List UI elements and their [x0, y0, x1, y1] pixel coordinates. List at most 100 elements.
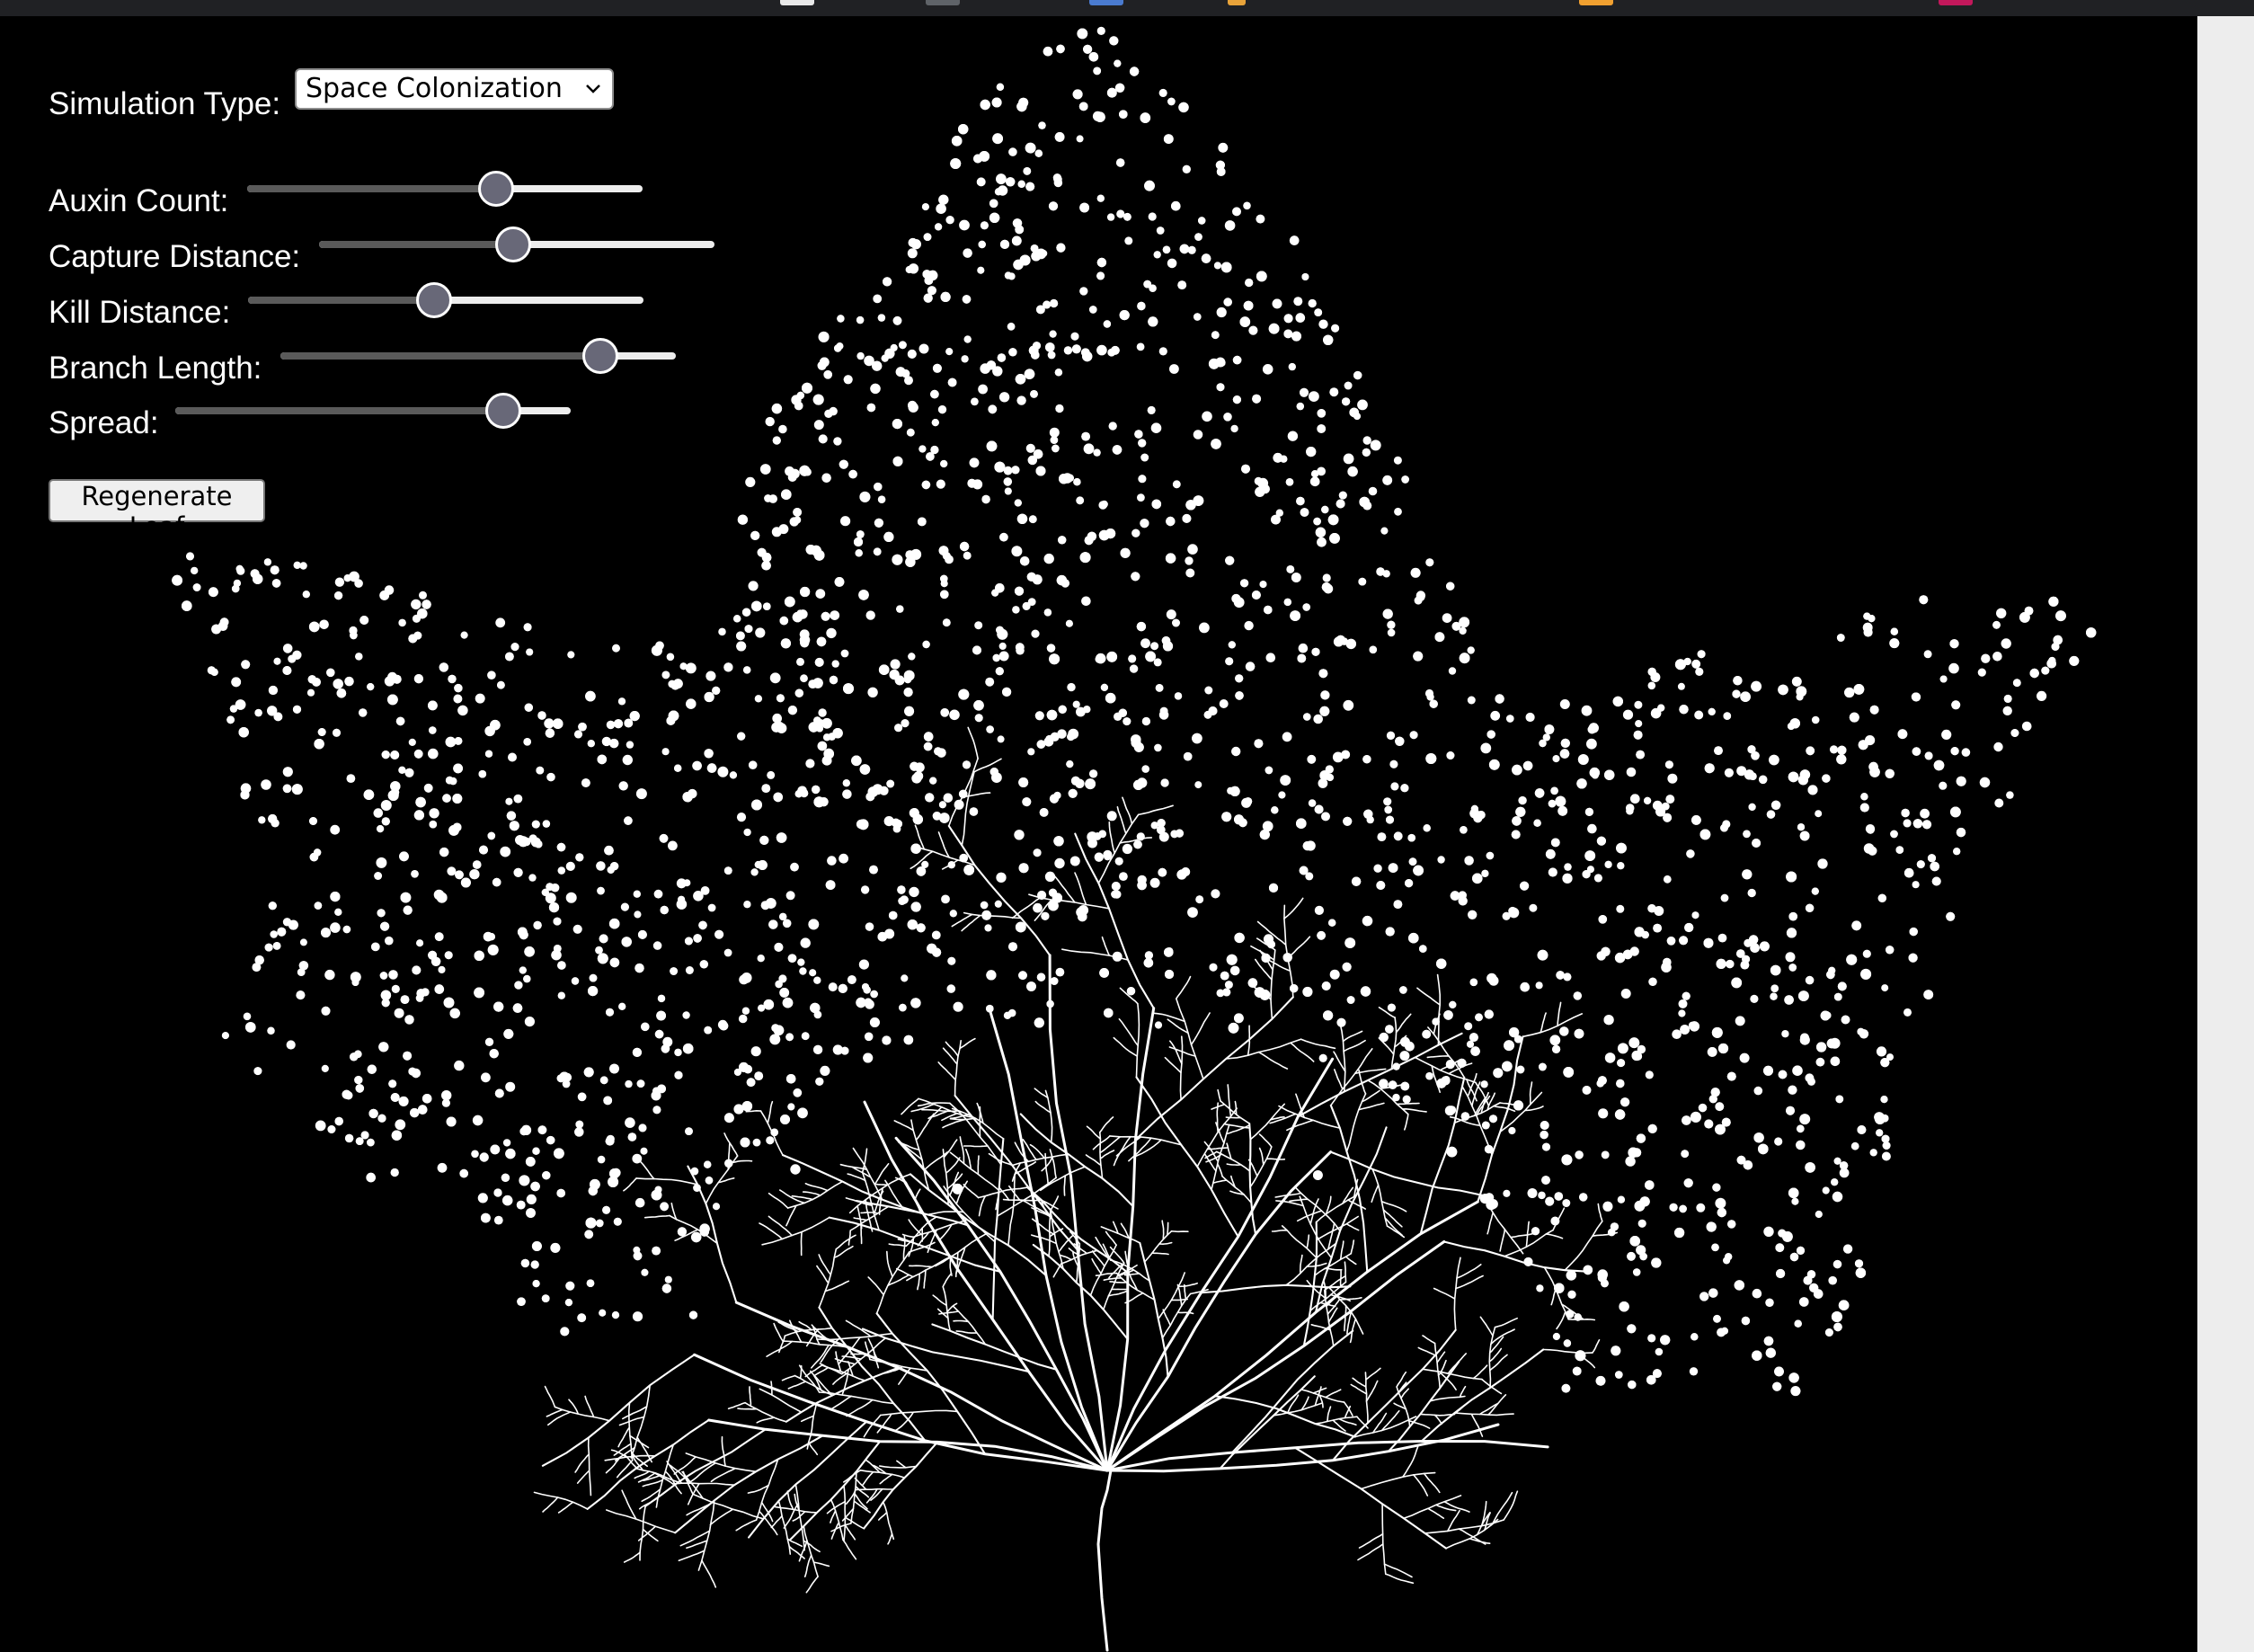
slider-thumb[interactable]	[494, 226, 531, 262]
vein-segment	[830, 1395, 852, 1410]
auxin-point	[1063, 346, 1072, 355]
tab-favicon[interactable]	[1939, 0, 1973, 5]
auxin-point	[1815, 1057, 1825, 1067]
auxin-point	[403, 905, 413, 915]
slider-thumb[interactable]	[478, 171, 515, 207]
vein-segment	[1217, 1163, 1223, 1177]
vein-segment	[908, 1236, 915, 1257]
auxin-point	[769, 672, 781, 684]
vein-segment	[1031, 1218, 1056, 1236]
auxin-point	[1875, 1114, 1886, 1124]
auxin-point	[1183, 751, 1193, 761]
auxin-point	[422, 600, 431, 609]
auxin-point	[1842, 1244, 1853, 1254]
auxin-point	[1511, 830, 1521, 839]
auxin-point	[1563, 1067, 1575, 1078]
auxin-point	[1046, 644, 1056, 653]
capture-distance-slider[interactable]	[319, 226, 714, 262]
auxin-point	[596, 861, 606, 871]
auxin-point	[625, 1117, 635, 1128]
auxin-point	[1620, 1097, 1630, 1107]
auxin-point	[1679, 1204, 1687, 1213]
auxin-point	[1850, 1141, 1859, 1150]
auxin-point	[1467, 1040, 1474, 1048]
auxin-point	[794, 688, 803, 697]
tab-favicon[interactable]	[1228, 0, 1246, 5]
auxin-point	[907, 919, 918, 930]
spread-slider[interactable]	[175, 393, 571, 429]
vein-segment	[942, 1272, 953, 1288]
auxin-point	[577, 1313, 587, 1323]
auxin-point	[1059, 474, 1069, 484]
tab-favicon[interactable]	[780, 0, 814, 5]
auxin-point	[1518, 795, 1527, 805]
auxin-point	[411, 1068, 421, 1079]
tab-favicon[interactable]	[1089, 0, 1123, 5]
regenerate-leaf-button[interactable]: Regenerate Leaf	[49, 479, 265, 542]
simulation-type-select[interactable]: Space Colonization	[295, 68, 614, 110]
auxin-point	[550, 1242, 561, 1253]
auxin-point	[254, 955, 264, 965]
auxin-point	[677, 1227, 688, 1237]
auxin-point	[1271, 806, 1279, 814]
vein-segment	[1343, 1401, 1353, 1417]
tab-favicon[interactable]	[1579, 0, 1613, 5]
auxin-point	[1946, 911, 1956, 921]
auxin-point	[790, 862, 799, 872]
slider-thumb[interactable]	[582, 338, 619, 374]
auxin-point	[830, 610, 840, 620]
slider-thumb[interactable]	[415, 282, 452, 318]
auxin-point	[416, 939, 424, 947]
auxin-point	[652, 1106, 661, 1115]
auxin-point	[1686, 849, 1695, 858]
vein-segment	[533, 1491, 589, 1510]
auxin-point	[588, 1186, 598, 1196]
auxin-point	[446, 1116, 457, 1127]
auxin-point	[1748, 803, 1756, 812]
auxin-count-slider[interactable]	[247, 171, 643, 207]
auxin-point	[1539, 739, 1547, 748]
vein-segment	[1100, 1136, 1122, 1153]
auxin-point	[838, 983, 847, 993]
auxin-point	[1096, 344, 1107, 356]
auxin-point	[823, 370, 832, 379]
auxin-point	[826, 627, 837, 639]
slider-thumb[interactable]	[485, 393, 522, 429]
auxin-point	[367, 683, 375, 691]
auxin-point	[1053, 836, 1064, 847]
auxin-point	[1614, 1109, 1626, 1120]
auxin-point	[751, 799, 762, 811]
auxin-point	[597, 886, 605, 895]
auxin-point	[268, 813, 278, 824]
vein-segment	[803, 1525, 819, 1577]
auxin-point	[1574, 1028, 1584, 1039]
kill-distance-slider[interactable]	[248, 282, 643, 318]
auxin-point	[1098, 529, 1110, 541]
auxin-point	[996, 872, 1007, 883]
auxin-point	[1786, 1106, 1795, 1115]
auxin-point	[842, 779, 850, 787]
vein-segment	[1097, 813, 1140, 884]
auxin-point	[938, 194, 949, 205]
auxin-point	[1134, 430, 1143, 439]
auxin-point	[741, 608, 751, 617]
tab-favicon[interactable]	[926, 0, 960, 5]
auxin-point	[892, 456, 903, 466]
auxin-point	[282, 666, 292, 675]
auxin-point	[1488, 975, 1499, 986]
branch-length-slider[interactable]	[280, 338, 676, 374]
auxin-point	[342, 925, 351, 934]
auxin-point	[400, 995, 410, 1004]
auxin-point	[1912, 819, 1923, 829]
auxin-point	[989, 199, 998, 209]
auxin-point	[652, 1246, 661, 1256]
vein-segment	[963, 1184, 980, 1199]
auxin-point	[1158, 710, 1169, 720]
vein-segment	[1105, 1240, 1446, 1472]
auxin-point	[1315, 527, 1327, 538]
vein-segment	[1344, 1304, 1347, 1332]
auxin-point	[1733, 676, 1743, 686]
auxin-point	[1108, 422, 1117, 431]
auxin-point	[505, 1148, 516, 1159]
auxin-point	[746, 1078, 756, 1088]
